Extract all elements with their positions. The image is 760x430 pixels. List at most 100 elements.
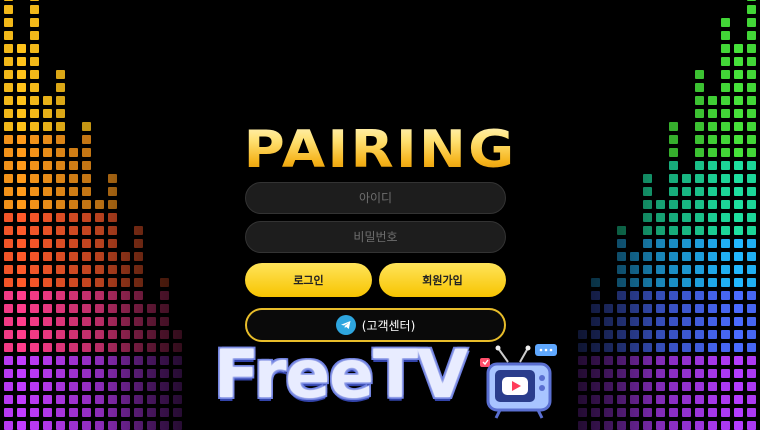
equalizer-cell [30, 57, 39, 66]
equalizer-cell [708, 408, 717, 417]
equalizer-cell [56, 226, 65, 235]
equalizer-cell [682, 356, 691, 365]
equalizer-cell [95, 356, 104, 365]
equalizer-cell [734, 44, 743, 53]
equalizer-cell [747, 239, 756, 248]
equalizer-column [721, 18, 730, 430]
equalizer-cell [30, 44, 39, 53]
equalizer-cell [56, 382, 65, 391]
equalizer-cell [708, 369, 717, 378]
equalizer-cell [108, 200, 117, 209]
equalizer-cell [708, 265, 717, 274]
equalizer-cell [669, 265, 678, 274]
equalizer-cell [173, 408, 182, 417]
equalizer-cell [108, 421, 117, 430]
equalizer-cell [82, 278, 91, 287]
equalizer-cell [669, 369, 678, 378]
equalizer-cell [17, 395, 26, 404]
equalizer-cell [4, 252, 13, 261]
equalizer-cell [4, 330, 13, 339]
equalizer-cell [30, 70, 39, 79]
equalizer-cell [108, 239, 117, 248]
equalizer-cell [69, 278, 78, 287]
equalizer-cell [30, 408, 39, 417]
site-logo: PAIRING [0, 120, 760, 180]
equalizer-cell [721, 96, 730, 105]
equalizer-cell [695, 408, 704, 417]
equalizer-cell [43, 265, 52, 274]
equalizer-cell [695, 330, 704, 339]
equalizer-cell [747, 330, 756, 339]
equalizer-cell [721, 31, 730, 40]
equalizer-cell [656, 317, 665, 326]
equalizer-cell [4, 213, 13, 222]
equalizer-cell [682, 213, 691, 222]
equalizer-column [578, 330, 587, 430]
equalizer-column [69, 148, 78, 430]
equalizer-cell [695, 213, 704, 222]
equalizer-cell [721, 408, 730, 417]
equalizer-cell [30, 96, 39, 105]
equalizer-cell [56, 213, 65, 222]
equalizer-cell [95, 200, 104, 209]
signup-button[interactable]: 회원가입 [379, 263, 506, 297]
password-input[interactable] [245, 221, 506, 253]
equalizer-cell [108, 226, 117, 235]
login-button[interactable]: 로그인 [245, 263, 372, 297]
equalizer-cell [669, 226, 678, 235]
equalizer-cell [604, 317, 613, 326]
equalizer-cell [4, 291, 13, 300]
equalizer-cell [630, 369, 639, 378]
equalizer-cell [69, 291, 78, 300]
equalizer-cell [656, 330, 665, 339]
equalizer-cell [747, 343, 756, 352]
equalizer-cell [147, 356, 156, 365]
equalizer-cell [617, 382, 626, 391]
equalizer-cell [708, 109, 717, 118]
equalizer-cell [4, 187, 13, 196]
equalizer-cell [682, 421, 691, 430]
equalizer-cell [695, 343, 704, 352]
equalizer-cell [617, 239, 626, 248]
equalizer-cell [4, 421, 13, 430]
equalizer-cell [173, 369, 182, 378]
equalizer-cell [630, 382, 639, 391]
equalizer-cell [147, 369, 156, 378]
equalizer-cell [721, 395, 730, 404]
equalizer-cell [669, 291, 678, 300]
equalizer-cell [669, 382, 678, 391]
equalizer-column [160, 278, 169, 430]
equalizer-cell [30, 291, 39, 300]
equalizer-cell [4, 265, 13, 274]
equalizer-cell [591, 304, 600, 313]
equalizer-cell [630, 317, 639, 326]
equalizer-cell [578, 421, 587, 430]
equalizer-cell [734, 421, 743, 430]
tv-mascot-icon [480, 344, 557, 419]
equalizer-cell [734, 330, 743, 339]
equalizer-cell [121, 252, 130, 261]
equalizer-cell [43, 395, 52, 404]
username-input[interactable] [245, 182, 506, 214]
equalizer-cell [656, 239, 665, 248]
equalizer-cell [160, 421, 169, 430]
equalizer-cell [43, 252, 52, 261]
equalizer-cell [591, 291, 600, 300]
equalizer-cell [669, 239, 678, 248]
equalizer-cell [82, 356, 91, 365]
equalizer-cell [95, 226, 104, 235]
equalizer-cell [591, 278, 600, 287]
equalizer-cell [69, 200, 78, 209]
equalizer-cell [17, 421, 26, 430]
equalizer-cell [617, 265, 626, 274]
equalizer-cell [30, 395, 39, 404]
equalizer-cell [17, 252, 26, 261]
equalizer-cell [147, 395, 156, 404]
equalizer-cell [734, 304, 743, 313]
equalizer-cell [82, 317, 91, 326]
equalizer-cell [56, 356, 65, 365]
equalizer-cell [708, 226, 717, 235]
equalizer-cell [708, 317, 717, 326]
equalizer-cell [147, 304, 156, 313]
equalizer-cell [160, 382, 169, 391]
